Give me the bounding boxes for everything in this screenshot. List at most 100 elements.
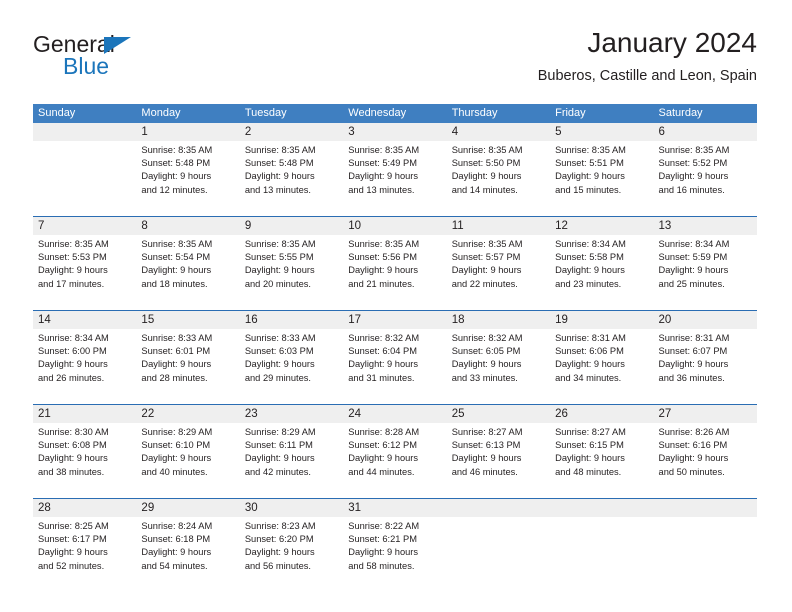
day-cell[interactable]: Sunrise: 8:29 AM Sunset: 6:11 PM Daylight:… (240, 423, 343, 498)
day-daylight-line: and 36 minutes. (658, 372, 725, 383)
day-number[interactable]: 25 (447, 405, 550, 423)
day-cell[interactable]: Sunrise: 8:29 AM Sunset: 6:10 PM Daylight:… (136, 423, 239, 498)
day-cell[interactable]: Sunrise: 8:35 AM Sunset: 5:54 PM Daylight:… (136, 235, 239, 310)
day-cell[interactable]: Sunrise: 8:35 AM Sunset: 5:48 PM Daylight:… (136, 141, 239, 216)
day-number[interactable]: 19 (550, 311, 653, 329)
day-number[interactable]: 5 (550, 123, 653, 141)
day-cell[interactable]: Sunrise: 8:27 AM Sunset: 6:15 PM Daylight:… (550, 423, 653, 498)
day-daylight-line: Daylight: 9 hours (451, 359, 522, 370)
day-cell[interactable]: Sunrise: 8:32 AM Sunset: 6:04 PM Daylight:… (343, 329, 446, 404)
day-cell[interactable]: Sunrise: 8:35 AM Sunset: 5:56 PM Daylight:… (343, 235, 446, 310)
day-cell[interactable]: Sunrise: 8:31 AM Sunset: 6:06 PM Daylight:… (550, 329, 653, 404)
logo-triangle-icon (104, 37, 131, 54)
calendar-grid: Sunday Monday Tuesday Wednesday Thursday Frid… (33, 104, 757, 592)
day-number[interactable]: 27 (654, 405, 757, 423)
day-daylight-line: and 23 minutes. (555, 278, 622, 289)
day-cell[interactable]: Sunrise: 8:35 AM Sunset: 5:48 PM Daylight:… (240, 141, 343, 216)
day-daylight-line: and 58 minutes. (348, 560, 415, 571)
day-sunrise-line: Sunrise: 8:35 AM (658, 145, 730, 155)
day-sunset-line: Sunset: 5:49 PM (348, 158, 417, 169)
day-cell[interactable]: Sunrise: 8:27 AM Sunset: 6:13 PM Daylight:… (447, 423, 550, 498)
day-daylight-line: Daylight: 9 hours (244, 171, 315, 182)
week-daynumber-band: 123456 (33, 123, 757, 141)
day-number[interactable]: 20 (654, 311, 757, 329)
day-sunrise-line: Sunrise: 8:31 AM (555, 333, 626, 343)
day-number[interactable]: 26 (550, 405, 653, 423)
day-number[interactable]: 14 (33, 311, 136, 329)
page-header: General Blue January 2024 Buberos, Casti… (33, 26, 757, 98)
day-sunset-line: Sunset: 6:04 PM (348, 346, 417, 357)
day-sunrise-line: Sunrise: 8:34 AM (38, 333, 109, 343)
day-cell[interactable]: Sunrise: 8:35 AM Sunset: 5:53 PM Daylight:… (33, 235, 136, 310)
day-cell[interactable]: Sunrise: 8:30 AM Sunset: 6:08 PM Daylight:… (33, 423, 136, 498)
day-number[interactable]: 31 (343, 499, 446, 517)
day-number[interactable]: 24 (343, 405, 446, 423)
day-cell[interactable]: Sunrise: 8:26 AM Sunset: 6:16 PM Daylight:… (654, 423, 757, 498)
day-number[interactable]: 9 (240, 217, 343, 235)
day-daylight-line: and 40 minutes. (141, 466, 208, 477)
day-number[interactable]: 6 (654, 123, 757, 141)
day-daylight-line: and 15 minutes. (555, 184, 622, 195)
day-sunrise-line: Sunrise: 8:35 AM (451, 145, 523, 155)
day-number[interactable]: 12 (550, 217, 653, 235)
day-number[interactable]: 16 (240, 311, 343, 329)
day-number[interactable]: 8 (136, 217, 239, 235)
day-sunset-line: Sunset: 6:10 PM (141, 440, 211, 451)
day-number[interactable]: 21 (33, 405, 136, 423)
day-cell[interactable]: Sunrise: 8:34 AM Sunset: 5:59 PM Daylight:… (654, 235, 757, 310)
day-cell[interactable]: Sunrise: 8:33 AM Sunset: 6:01 PM Daylight:… (136, 329, 239, 404)
week-detail-band: Sunrise: 8:35 AM Sunset: 5:53 PM Daylight:… (33, 235, 757, 310)
day-number[interactable]: 18 (447, 311, 550, 329)
day-cell[interactable]: Sunrise: 8:32 AM Sunset: 6:05 PM Daylight:… (447, 329, 550, 404)
day-cell[interactable]: Sunrise: 8:22 AM Sunset: 6:21 PM Daylight:… (343, 517, 446, 592)
day-sunset-line: Sunset: 5:54 PM (141, 252, 211, 263)
day-cell[interactable]: Sunrise: 8:24 AM Sunset: 6:18 PM Daylight:… (136, 517, 239, 592)
day-number[interactable]: 23 (240, 405, 343, 423)
day-number[interactable]: 29 (136, 499, 239, 517)
day-cell[interactable]: Sunrise: 8:33 AM Sunset: 6:03 PM Daylight:… (240, 329, 343, 404)
day-daylight-line: Daylight: 9 hours (658, 265, 729, 276)
day-number[interactable]: 17 (343, 311, 446, 329)
day-sunset-line: Sunset: 6:08 PM (38, 440, 107, 451)
day-number[interactable]: 2 (240, 123, 343, 141)
day-cell[interactable]: Sunrise: 8:25 AM Sunset: 6:17 PM Daylight:… (33, 517, 136, 592)
day-sunset-line: Sunset: 5:50 PM (451, 158, 521, 169)
day-cell[interactable]: Sunrise: 8:35 AM Sunset: 5:50 PM Daylight:… (447, 141, 550, 216)
day-number[interactable]: 10 (343, 217, 446, 235)
day-daylight-line: and 14 minutes. (451, 184, 518, 195)
day-number[interactable]: 1 (136, 123, 239, 141)
day-daylight-line: and 52 minutes. (38, 560, 105, 571)
weekday-header-row: Sunday Monday Tuesday Wednesday Thursday Frid… (33, 104, 757, 123)
day-daylight-line: and 26 minutes. (38, 372, 105, 383)
day-cell[interactable]: Sunrise: 8:34 AM Sunset: 5:58 PM Daylight:… (550, 235, 653, 310)
day-daylight-line: Daylight: 9 hours (555, 265, 625, 276)
day-daylight-line: Daylight: 9 hours (658, 359, 729, 370)
day-number[interactable]: 4 (447, 123, 550, 141)
day-number[interactable]: 7 (33, 217, 136, 235)
day-sunrise-line: Sunrise: 8:26 AM (658, 427, 730, 437)
day-sunrise-line: Sunrise: 8:34 AM (658, 239, 730, 249)
day-cell[interactable]: Sunrise: 8:23 AM Sunset: 6:20 PM Daylight:… (240, 517, 343, 592)
day-cell[interactable]: Sunrise: 8:35 AM Sunset: 5:55 PM Daylight:… (240, 235, 343, 310)
day-daylight-line: Daylight: 9 hours (244, 359, 315, 370)
day-cell[interactable]: Sunrise: 8:34 AM Sunset: 6:00 PM Daylight:… (33, 329, 136, 404)
day-number[interactable]: 13 (654, 217, 757, 235)
week-detail-band: Sunrise: 8:30 AM Sunset: 6:08 PM Daylight:… (33, 423, 757, 498)
day-daylight-line: Daylight: 9 hours (451, 171, 522, 182)
day-cell[interactable]: Sunrise: 8:28 AM Sunset: 6:12 PM Daylight:… (343, 423, 446, 498)
day-sunrise-line: Sunrise: 8:35 AM (451, 239, 523, 249)
day-number[interactable]: 22 (136, 405, 239, 423)
day-daylight-line: and 17 minutes. (38, 278, 105, 289)
day-number[interactable]: 3 (343, 123, 446, 141)
general-blue-logo[interactable]: General Blue (33, 32, 233, 90)
day-cell[interactable]: Sunrise: 8:35 AM Sunset: 5:52 PM Daylight:… (654, 141, 757, 216)
day-number[interactable]: 30 (240, 499, 343, 517)
weekday-header-friday: Friday (555, 107, 586, 119)
day-number[interactable]: 15 (136, 311, 239, 329)
day-cell[interactable]: Sunrise: 8:35 AM Sunset: 5:51 PM Daylight:… (550, 141, 653, 216)
day-number[interactable]: 11 (447, 217, 550, 235)
day-cell[interactable]: Sunrise: 8:35 AM Sunset: 5:49 PM Daylight:… (343, 141, 446, 216)
day-cell[interactable]: Sunrise: 8:31 AM Sunset: 6:07 PM Daylight:… (654, 329, 757, 404)
day-number[interactable]: 28 (33, 499, 136, 517)
day-cell[interactable]: Sunrise: 8:35 AM Sunset: 5:57 PM Daylight:… (447, 235, 550, 310)
